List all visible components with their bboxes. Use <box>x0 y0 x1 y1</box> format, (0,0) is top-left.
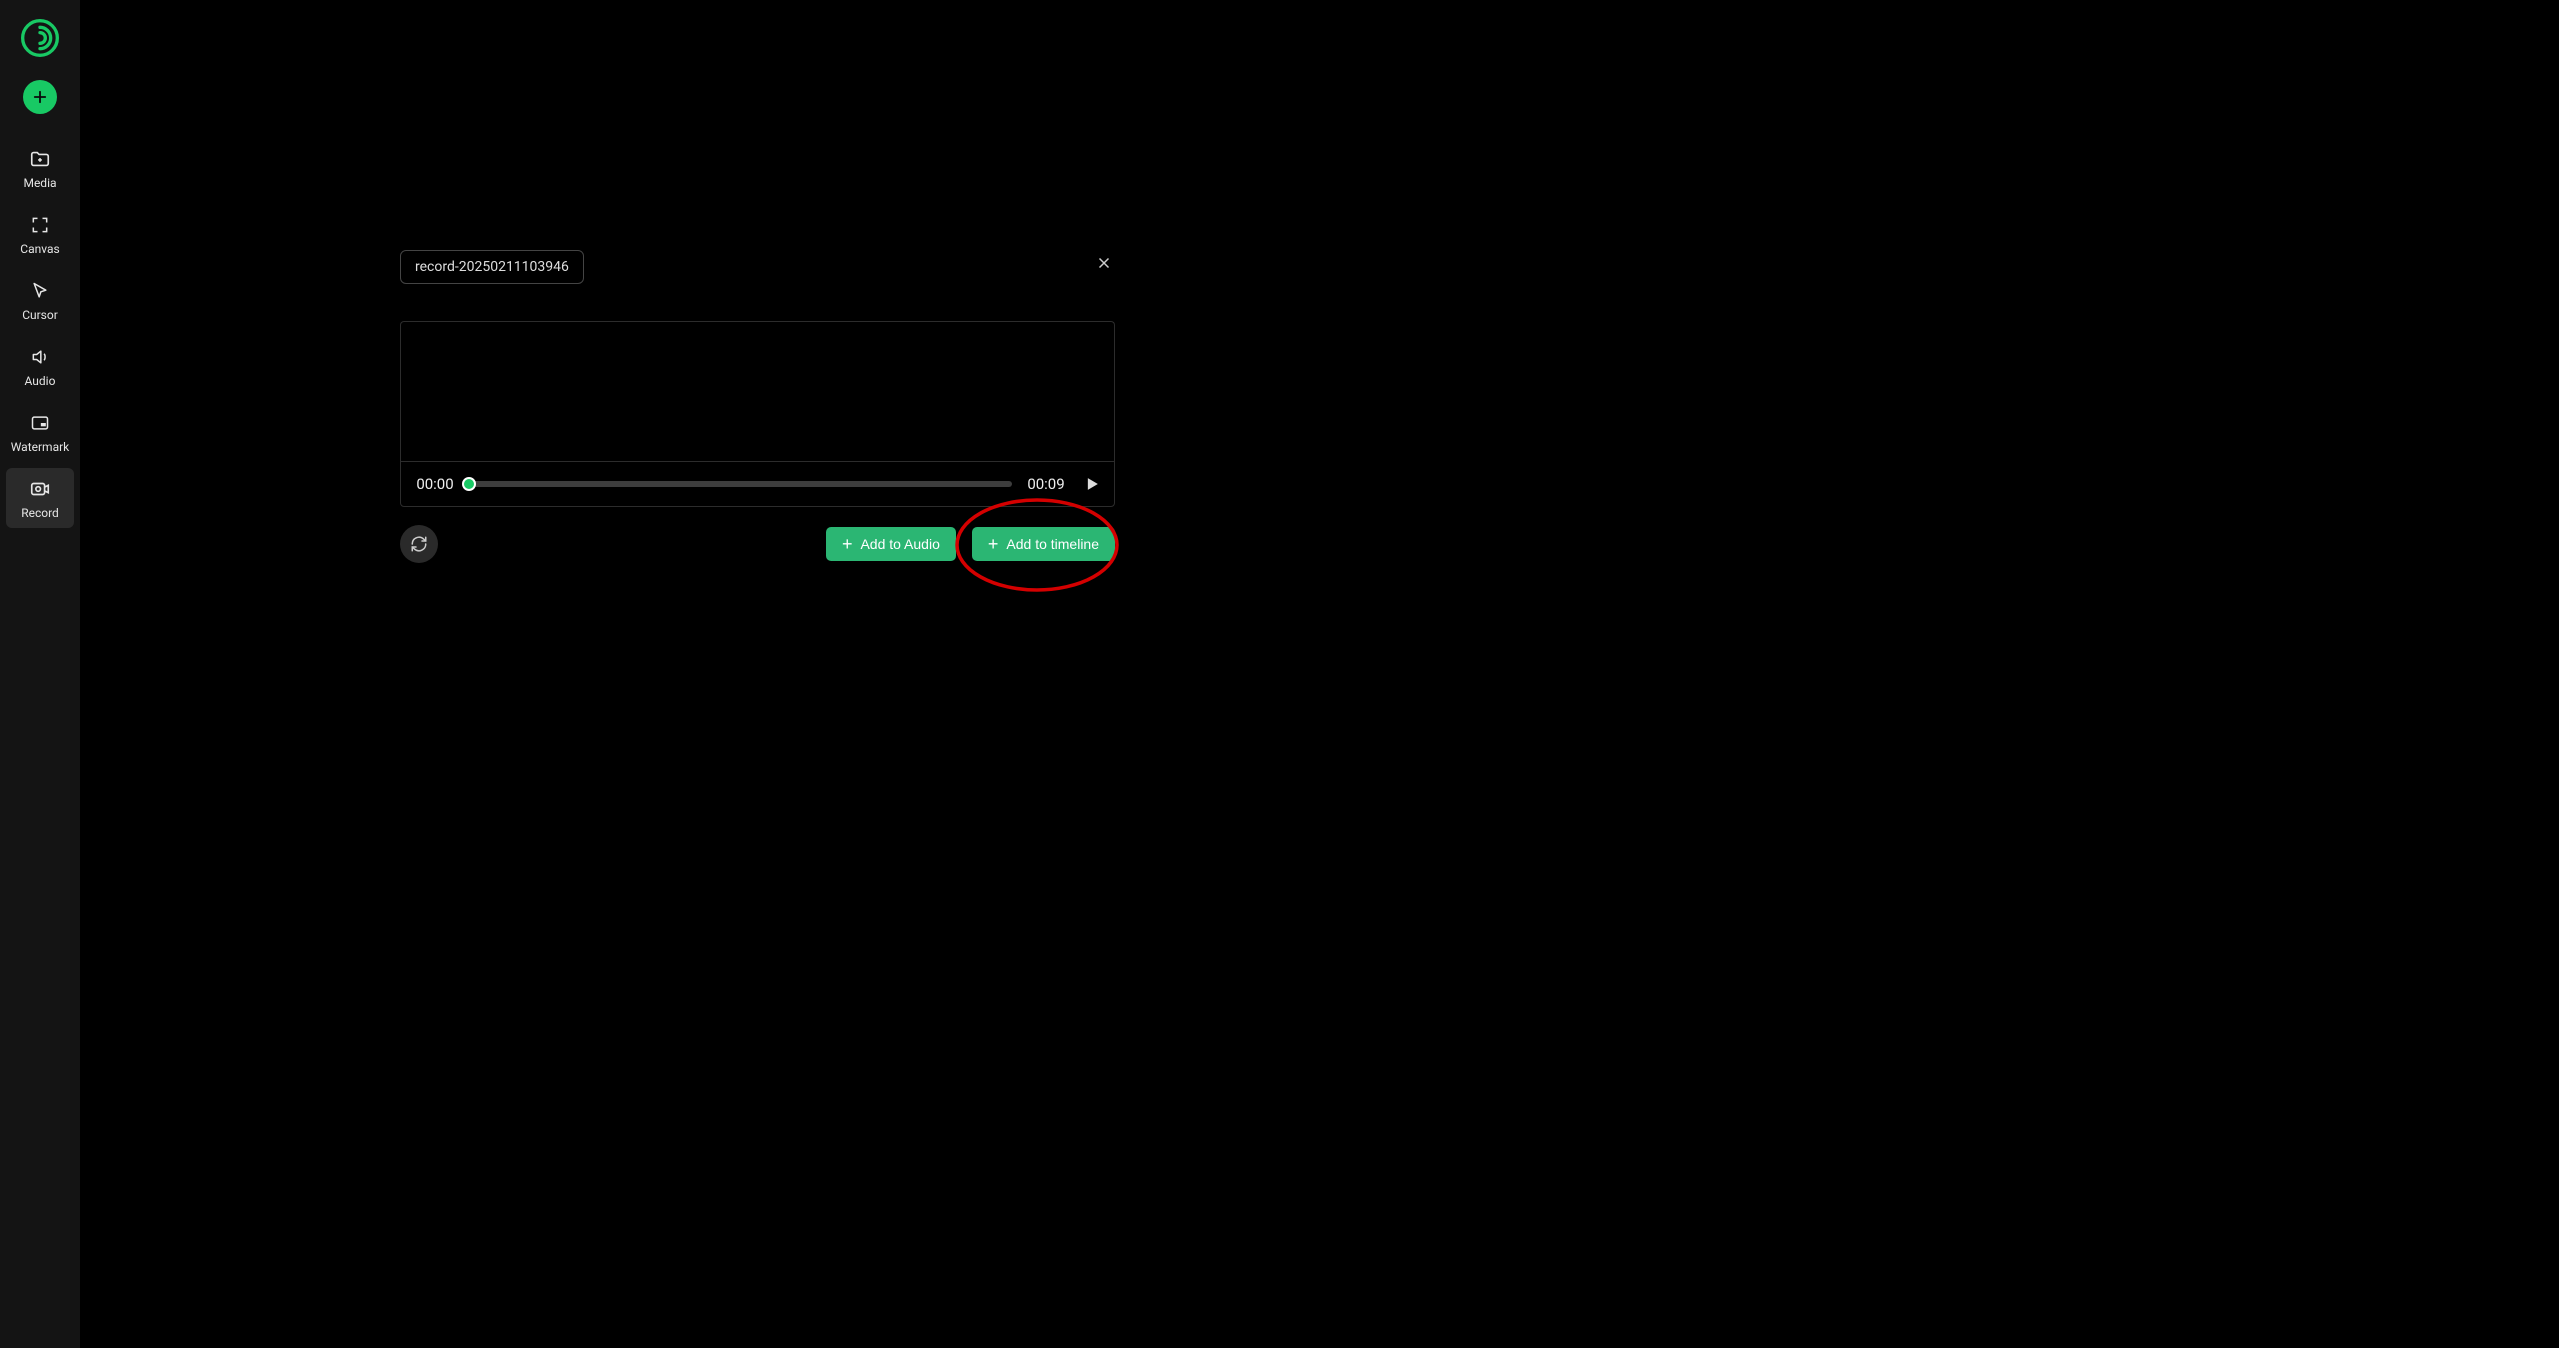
add-button[interactable] <box>23 80 57 114</box>
recording-filename[interactable]: record-20250211103946 <box>400 250 584 284</box>
close-button[interactable] <box>1093 252 1115 274</box>
sidebar-item-watermark[interactable]: Watermark <box>6 402 74 462</box>
waveform-area[interactable] <box>400 321 1115 461</box>
time-total: 00:09 <box>1022 475 1070 493</box>
sidebar: Media Canvas Cursor Audio Watermark <box>0 0 80 1348</box>
plus-icon <box>31 88 49 106</box>
refresh-button[interactable] <box>400 525 438 563</box>
sidebar-item-audio[interactable]: Audio <box>6 336 74 396</box>
add-to-timeline-wrapper: + Add to timeline <box>972 527 1115 561</box>
sidebar-item-label: Cursor <box>22 308 58 322</box>
folder-plus-icon <box>29 148 51 170</box>
plus-icon: + <box>988 535 999 553</box>
player-bar: 00:00 00:09 <box>400 461 1115 507</box>
sidebar-item-record[interactable]: Record <box>6 468 74 528</box>
watermark-icon <box>29 412 51 434</box>
seek-track[interactable] <box>469 481 1012 487</box>
main-area: record-20250211103946 00:00 00:09 <box>80 0 2559 1348</box>
right-action-group: + Add to Audio + Add to timeline <box>826 527 1115 561</box>
cursor-icon <box>29 280 51 302</box>
sidebar-item-label: Watermark <box>11 440 70 454</box>
time-current: 00:00 <box>411 475 459 493</box>
sidebar-item-canvas[interactable]: Canvas <box>6 204 74 264</box>
expand-icon <box>29 214 51 236</box>
add-to-audio-button[interactable]: + Add to Audio <box>826 527 956 561</box>
logo-icon <box>20 18 60 58</box>
button-label: Add to timeline <box>1006 536 1099 552</box>
button-label: Add to Audio <box>860 536 939 552</box>
record-icon <box>29 478 51 500</box>
app-logo[interactable] <box>18 16 62 60</box>
sidebar-item-label: Media <box>23 176 56 190</box>
sidebar-item-label: Audio <box>25 374 56 388</box>
sidebar-item-cursor[interactable]: Cursor <box>6 270 74 330</box>
close-icon <box>1095 254 1113 272</box>
sidebar-item-label: Record <box>21 506 59 520</box>
speaker-icon <box>29 346 51 368</box>
sidebar-item-label: Canvas <box>20 242 59 256</box>
refresh-icon <box>410 535 428 553</box>
play-icon <box>1082 474 1102 494</box>
seek-thumb[interactable] <box>462 477 476 491</box>
add-to-timeline-button[interactable]: + Add to timeline <box>972 527 1115 561</box>
action-row: + Add to Audio + Add to timeline <box>400 525 1115 563</box>
sidebar-item-media[interactable]: Media <box>6 138 74 198</box>
plus-icon: + <box>842 535 853 553</box>
recording-panel: record-20250211103946 00:00 00:09 <box>400 250 1115 563</box>
app-root: Media Canvas Cursor Audio Watermark <box>0 0 2559 1348</box>
play-button[interactable] <box>1080 472 1104 496</box>
